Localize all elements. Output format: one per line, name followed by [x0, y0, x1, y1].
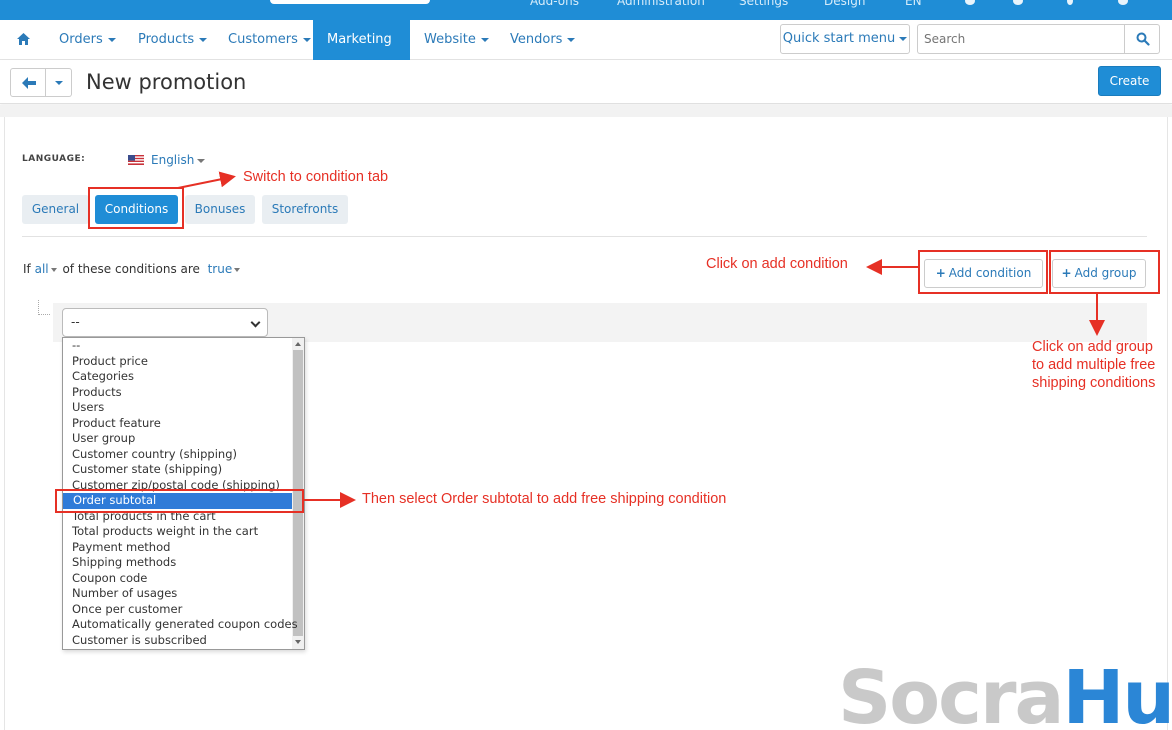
annotation-switch-tab: Switch to condition tab — [243, 169, 389, 185]
annotation-order-subtotal: Then select Order subtotal to add free s… — [362, 491, 727, 507]
annotation-arrows — [177, 171, 1105, 508]
socrahub-watermark-logo: SocraHub — [838, 656, 1172, 730]
arrow-to-switch-tab-text — [177, 171, 236, 189]
watermark-part1: Socra — [838, 655, 1064, 730]
annotation-add-group-line3: shipping conditions — [1032, 375, 1156, 391]
watermark-part2: Hub — [1062, 655, 1172, 730]
page: Add-ons Administration Settings Design E… — [0, 0, 1172, 730]
annotation-add-group-line2: to add multiple free — [1032, 357, 1156, 373]
annotation-add-condition: Click on add condition — [706, 256, 848, 272]
annotation-add-group-line1: Click on add group — [1032, 339, 1153, 355]
